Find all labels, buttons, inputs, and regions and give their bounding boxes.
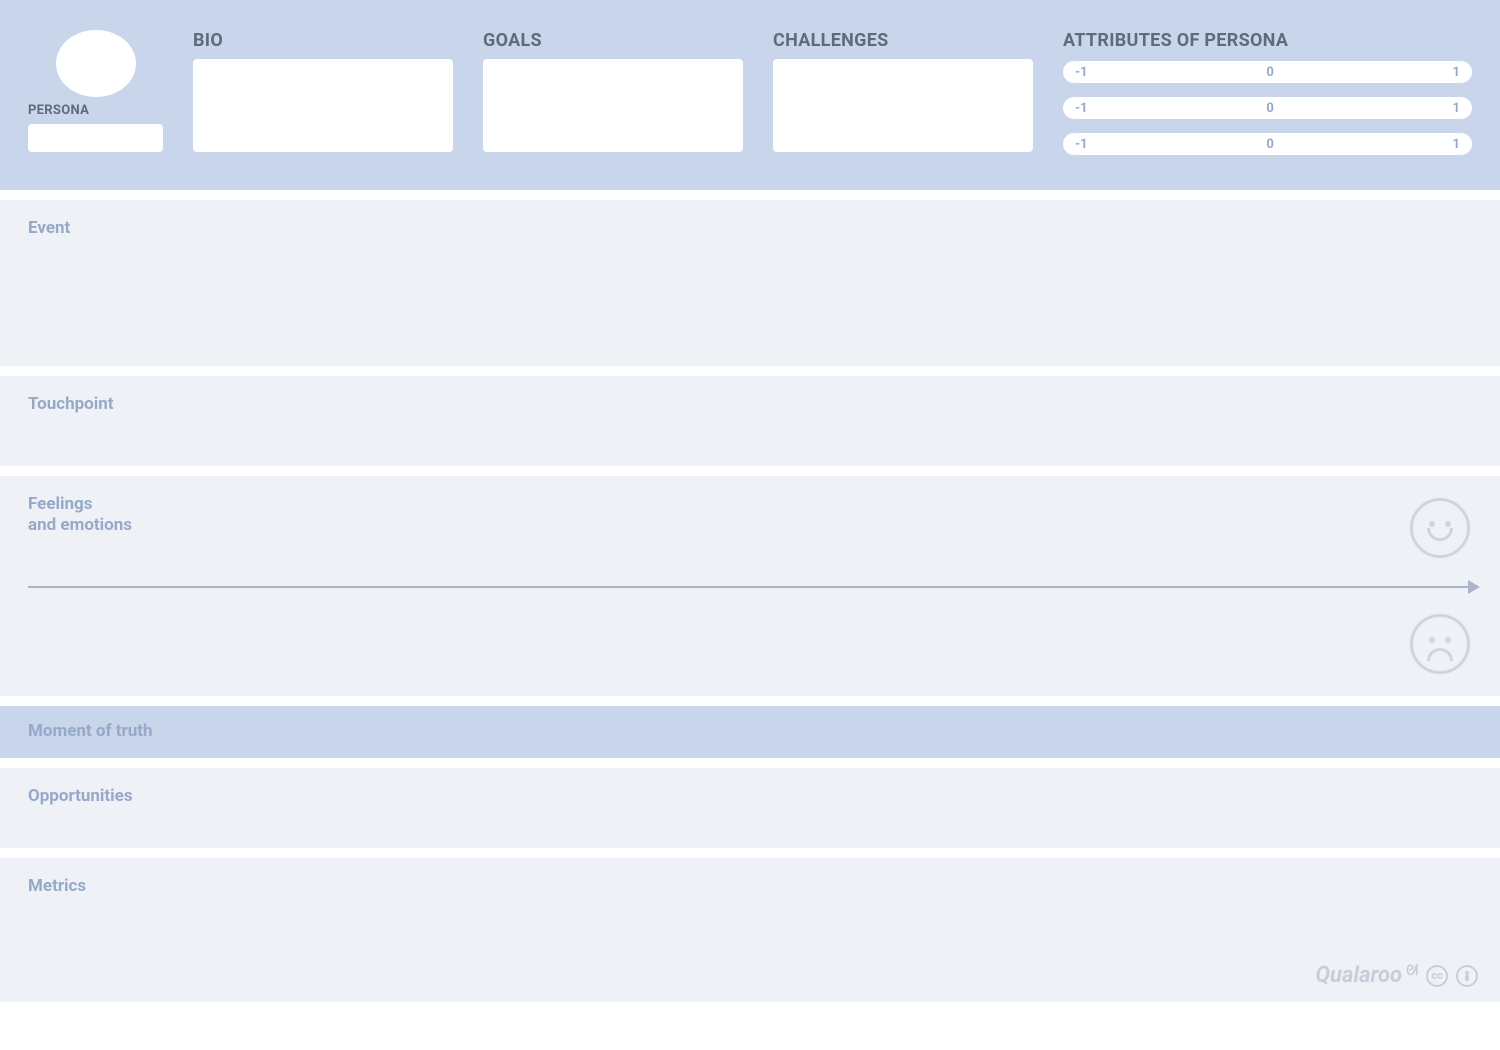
row-touchpoint-label: Touchpoint (28, 394, 1472, 415)
row-metrics-label: Metrics (28, 876, 1472, 897)
persona-header: PERSONA BIO GOALS CHALLENGES ATTRIBUTES … (0, 0, 1500, 190)
timeline-arrow-line (28, 586, 1472, 588)
goals-panel: GOALS (483, 30, 743, 152)
attr-mid: 0 (1266, 65, 1273, 80)
brand-kangaroo-icon: ᘛ (1406, 963, 1418, 979)
attribute-slider[interactable]: -1 0 1 (1063, 61, 1472, 83)
footer-branding: Qualaroo ᘛ cc (1315, 963, 1478, 988)
feelings-line2: and emotions (28, 515, 132, 535)
attr-mid: 0 (1266, 101, 1273, 116)
persona-avatar[interactable] (56, 30, 136, 97)
bio-panel: BIO (193, 30, 453, 152)
row-event-label: Event (28, 218, 1472, 239)
timeline-arrow-head-icon (1468, 580, 1480, 594)
goals-label: GOALS (483, 30, 743, 51)
persona-name-input[interactable] (28, 124, 163, 152)
attr-min: -1 (1075, 101, 1088, 116)
attribute-slider[interactable]: -1 0 1 (1063, 97, 1472, 119)
row-opportunities-label: Opportunities (28, 786, 1472, 807)
attr-max: 1 (1453, 65, 1460, 80)
brand-logo: Qualaroo (1315, 963, 1402, 988)
attributes-panel: ATTRIBUTES OF PERSONA -1 0 1 -1 0 1 -1 0… (1063, 30, 1472, 152)
row-moment-of-truth[interactable]: Moment of truth (0, 706, 1500, 758)
goals-input[interactable] (483, 59, 743, 152)
challenges-input[interactable] (773, 59, 1033, 152)
persona-block: PERSONA (28, 30, 163, 152)
row-opportunities[interactable]: Opportunities (0, 768, 1500, 848)
attr-min: -1 (1075, 65, 1088, 80)
row-touchpoint[interactable]: Touchpoint (0, 376, 1500, 466)
happy-face-icon (1410, 498, 1470, 558)
challenges-label: CHALLENGES (773, 30, 1033, 51)
cc-license-icon: cc (1426, 965, 1448, 987)
bio-label: BIO (193, 30, 453, 51)
challenges-panel: CHALLENGES (773, 30, 1033, 152)
row-moment-label: Moment of truth (28, 721, 153, 742)
row-feelings[interactable]: Feelings and emotions (0, 476, 1500, 696)
persona-label: PERSONA (28, 103, 89, 118)
attr-min: -1 (1075, 137, 1088, 152)
bio-input[interactable] (193, 59, 453, 152)
feelings-line1: Feelings (28, 494, 93, 514)
attr-mid: 0 (1266, 137, 1273, 152)
row-metrics[interactable]: Metrics Qualaroo ᘛ cc (0, 858, 1500, 1002)
attribute-slider[interactable]: -1 0 1 (1063, 133, 1472, 155)
row-event[interactable]: Event (0, 200, 1500, 366)
attribution-icon (1456, 965, 1478, 987)
attributes-label: ATTRIBUTES OF PERSONA (1063, 30, 1472, 51)
attr-max: 1 (1453, 101, 1460, 116)
row-feelings-label: Feelings and emotions (28, 494, 1472, 537)
attr-max: 1 (1453, 137, 1460, 152)
sad-face-icon (1410, 614, 1470, 674)
